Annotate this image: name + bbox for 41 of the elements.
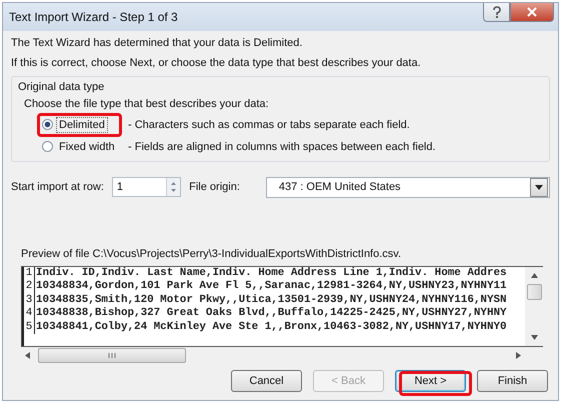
help-icon <box>492 6 502 18</box>
intro-text: If this is correct, choose Next, or choose the data type that best describes your data. <box>11 57 422 70</box>
option-label[interactable]: Delimited <box>56 116 108 132</box>
file-origin-dropdown[interactable]: 437 : OEM United States <box>266 176 550 198</box>
dropdown-arrow-icon <box>535 184 543 190</box>
help-button[interactable] <box>483 3 510 22</box>
radio-button[interactable] <box>42 119 53 130</box>
dialog-button[interactable]: Cancel <box>231 370 302 392</box>
line-number: 4 <box>24 307 35 321</box>
grip-icon <box>108 353 116 358</box>
dialog-button[interactable]: Finish <box>477 370 548 392</box>
line-number: 2 <box>24 280 35 294</box>
scroll-right-icon <box>516 352 521 359</box>
intro-text: The Text Wizard has determined that your data is Delimited. <box>11 37 304 50</box>
group-title: Original data type <box>18 81 106 93</box>
line-number: 3 <box>24 294 35 308</box>
preview-line: Indiv. ID,Indiv. Last Name,Indiv. Home Address Line 1,Indiv. Home Addres <box>36 267 507 280</box>
radio-button[interactable] <box>42 141 53 152</box>
start-row-label: Start import at row: <box>11 181 104 193</box>
preview-line: 10348834,Gordon,101 Park Ave Fl 5,,Saranac,12981-3264,NY,USHNY23,NYHNY11 <box>36 280 507 294</box>
preview-label: Preview of file C:\Vocus\Projects\Perry\3-IndividualExportsWithDistrictInfo.csv. <box>21 248 402 260</box>
line-number: 1 <box>24 267 35 280</box>
scroll-left-icon <box>25 352 30 359</box>
line-number: 5 <box>24 320 35 334</box>
preview-line: 10348838,Bishop,327 Great Oaks Blvd,,Buffalo,14225-2425,NY,USHNY27,NYHNY <box>36 307 507 321</box>
scroll-thumb[interactable] <box>526 284 542 300</box>
scroll-thumb[interactable] <box>38 348 186 363</box>
scroll-down-icon <box>530 335 538 340</box>
close-icon <box>526 7 538 17</box>
preview-line: 10348841,Colby,24 McKinley Ave Ste 1,,Bronx,10463-3082,NY,USHNY17,NYHNY0 <box>36 320 507 334</box>
window-title: Text Import Wizard - Step 1 of 3 <box>9 10 178 24</box>
scroll-up-icon <box>530 273 538 278</box>
prompt-text: Choose the file type that best describes your data: <box>24 98 270 110</box>
option-description: - Characters such as commas or tabs separate each field. <box>128 118 410 130</box>
start-row-spinner[interactable]: 1 <box>112 177 182 197</box>
close-button[interactable] <box>510 3 554 22</box>
vertical-scrollbar[interactable] <box>525 267 543 346</box>
file-origin-label: File origin: <box>189 181 240 193</box>
option-label[interactable]: Fixed width <box>56 138 118 154</box>
option-description: - Fields are aligned in columns with spaces between each field. <box>128 140 436 152</box>
preview-line: 10348835,Smith,120 Motor Pkwy,,Utica,13501-2939,NY,USHNY24,NYHNY116,NYSN <box>36 294 507 307</box>
